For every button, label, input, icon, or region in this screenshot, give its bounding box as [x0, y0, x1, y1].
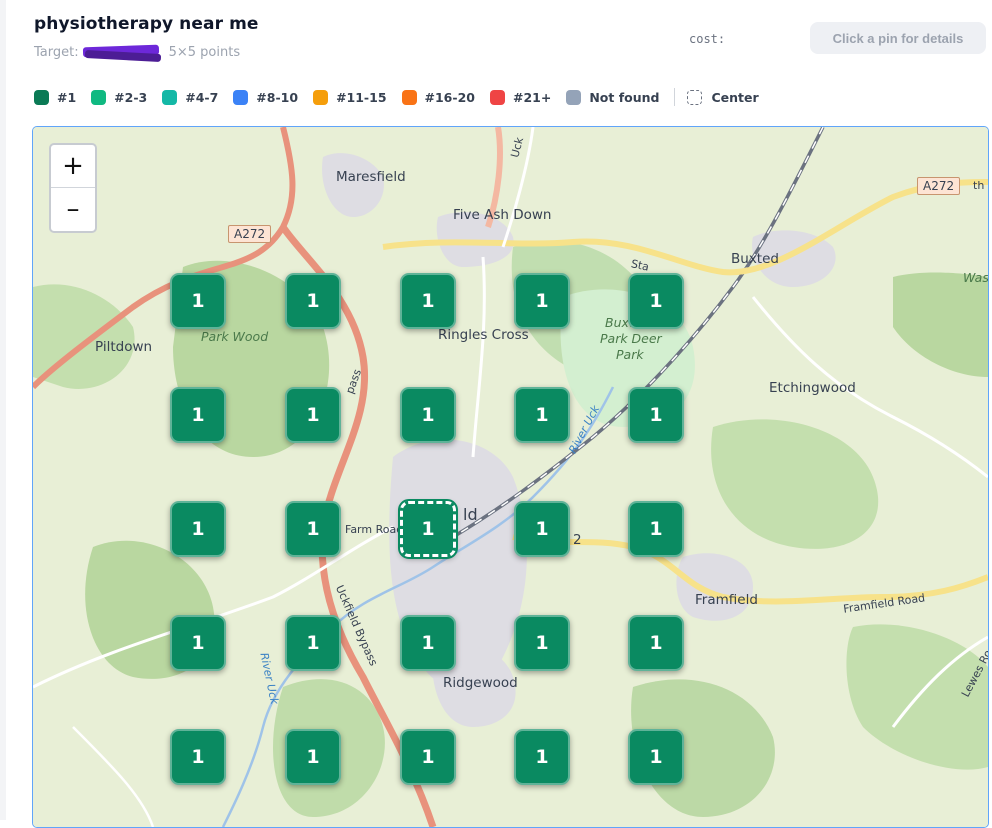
grid-pin[interactable]: 1 — [514, 273, 570, 329]
grid-pin[interactable]: 1 — [285, 615, 341, 671]
grid-pin[interactable]: 1 — [170, 729, 226, 785]
legend-item-rank-11-15: #11-15 — [313, 89, 387, 105]
grid-pin[interactable]: 1 — [285, 387, 341, 443]
cost-label: cost: — [689, 32, 726, 46]
legend-divider — [674, 88, 676, 106]
map-tiles — [33, 127, 988, 827]
grid-pin[interactable]: 1 — [514, 729, 570, 785]
map-label-framfield: Framfield — [695, 592, 758, 608]
map-label-th: th — [973, 179, 985, 192]
map-label-buxted: Buxted — [731, 251, 779, 267]
map-label-ringles-cross: Ringles Cross — [438, 327, 529, 343]
map-label-a22-partial: 2 — [573, 532, 582, 548]
grid-pin[interactable]: 1 — [170, 387, 226, 443]
legend-swatch — [34, 89, 49, 105]
target-line: Target: 5×5 points — [34, 44, 240, 60]
map-label-park-deer: Park Deer — [600, 331, 662, 346]
grid-pin[interactable]: 1 — [628, 729, 684, 785]
map-view[interactable]: Maresfield Five Ash Down Buxted Park Woo… — [32, 126, 989, 828]
grid-pin[interactable]: 1 — [170, 501, 226, 557]
legend-label: #2-3 — [114, 89, 148, 105]
grid-pin[interactable]: 1 — [400, 729, 456, 785]
legend-swatch — [233, 89, 249, 105]
legend-swatch — [313, 89, 329, 105]
grid-pin[interactable]: 1 — [400, 615, 456, 671]
road-shield-a272: A272 — [228, 225, 272, 243]
rank-legend: #1 #2-3 #4-7 #8-10 #11-15 #16-20 #21+ No… — [34, 88, 774, 106]
map-label-etchingwood: Etchingwood — [769, 380, 856, 396]
legend-label: #1 — [57, 89, 77, 105]
grid-pin[interactable]: 1 — [170, 615, 226, 671]
grid-pin-center[interactable]: 1 — [398, 499, 458, 559]
legend-swatch — [401, 89, 417, 105]
legend-item-rank-2-3: #2-3 — [91, 89, 148, 105]
grid-pin[interactable]: 1 — [514, 501, 570, 557]
page-title: physiotherapy near me — [34, 14, 259, 34]
legend-swatch — [566, 89, 582, 105]
legend-label: Center — [711, 89, 759, 105]
map-label-park-wood: Park Wood — [201, 329, 269, 344]
grid-pin[interactable]: 1 — [400, 273, 456, 329]
legend-label: #8-10 — [256, 89, 299, 105]
legend-label: #4-7 — [185, 89, 219, 105]
grid-pin[interactable]: 1 — [514, 615, 570, 671]
grid-pin[interactable]: 1 — [170, 273, 226, 329]
map-label-uckfield-partial: ld — [463, 505, 478, 524]
legend-label: #11-15 — [336, 89, 387, 105]
grid-pin[interactable]: 1 — [628, 615, 684, 671]
grid-pin[interactable]: 1 — [628, 387, 684, 443]
legend-swatch — [162, 89, 178, 105]
legend-label: #21+ — [512, 89, 552, 105]
map-label-park: Park — [616, 347, 644, 362]
map-label-farm-road: Farm Road — [345, 523, 404, 536]
legend-item-center: Center — [687, 89, 759, 105]
grid-pin[interactable]: 1 — [628, 501, 684, 557]
grid-pin[interactable]: 1 — [285, 501, 341, 557]
map-label-was: Was — [963, 270, 989, 285]
map-label-piltdown: Piltdown — [95, 339, 153, 355]
legend-label: #16-20 — [424, 89, 475, 105]
legend-swatch — [489, 89, 505, 105]
map-label-maresfield: Maresfield — [336, 169, 406, 185]
redacted-target — [83, 44, 163, 60]
zoom-out-button[interactable]: – — [51, 188, 95, 230]
target-label: Target: — [34, 44, 79, 60]
legend-swatch — [91, 89, 107, 105]
map-label-ridgewood: Ridgewood — [443, 675, 518, 691]
map-label-five-ash-down: Five Ash Down — [453, 207, 552, 223]
pin-details-button[interactable]: Click a pin for details — [810, 22, 986, 54]
road-shield-a272-east: A272 — [917, 177, 961, 195]
legend-item-not-found: Not found — [566, 89, 660, 105]
legend-item-rank-1: #1 — [34, 89, 77, 105]
legend-item-rank-8-10: #8-10 — [233, 89, 299, 105]
legend-item-rank-16-20: #16-20 — [401, 89, 475, 105]
legend-label: Not found — [589, 89, 660, 105]
grid-pin[interactable]: 1 — [514, 387, 570, 443]
grid-pin[interactable]: 1 — [285, 729, 341, 785]
grid-pin[interactable]: 1 — [400, 387, 456, 443]
center-marker-icon — [687, 89, 703, 105]
legend-item-rank-4-7: #4-7 — [162, 89, 219, 105]
grid-pin[interactable]: 1 — [285, 273, 341, 329]
grid-pin[interactable]: 1 — [628, 273, 684, 329]
zoom-control: + – — [49, 143, 97, 233]
legend-item-rank-21-plus: #21+ — [489, 89, 552, 105]
zoom-in-button[interactable]: + — [51, 145, 95, 188]
left-panel-edge — [0, 0, 6, 820]
points-label: 5×5 points — [168, 44, 241, 60]
